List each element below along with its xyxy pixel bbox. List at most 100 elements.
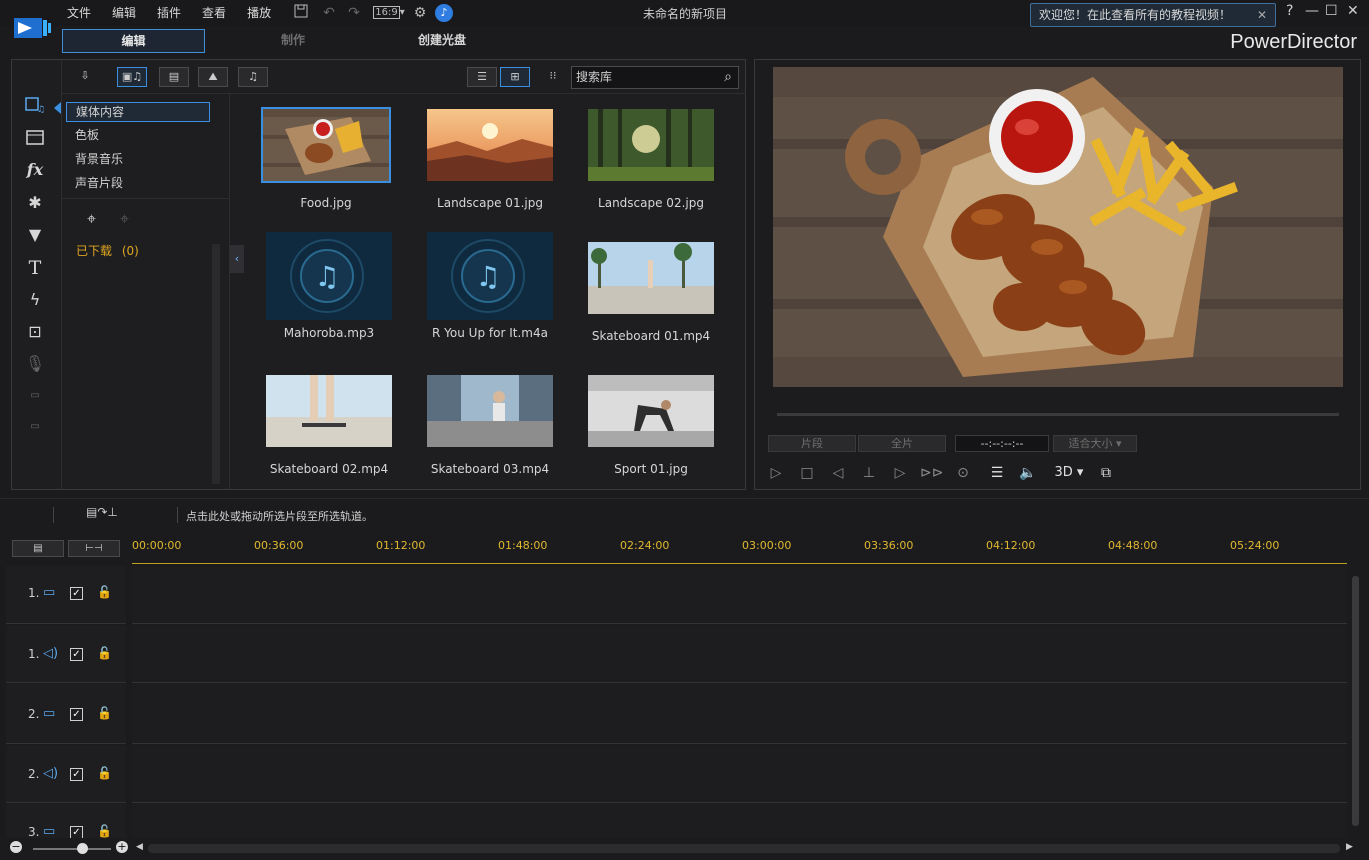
unlock-icon[interactable]: 🔓 — [97, 766, 112, 780]
timeline-hint[interactable]: 点击此处或拖动所选片段至所选轨道。 — [186, 508, 373, 524]
3d-mode-select[interactable]: 3D ▾ — [1049, 462, 1089, 484]
subtitle-room-icon[interactable]: ⊡ — [24, 321, 46, 343]
media-thumbnail[interactable]: ♫ — [266, 232, 392, 320]
filter-audio-button[interactable]: ♫ — [238, 67, 268, 87]
window-close-icon[interactable]: ✕ — [1347, 3, 1359, 19]
track-lane-audio-2[interactable] — [132, 745, 1347, 803]
fit-size-select[interactable]: 适合大小 ▾ — [1053, 435, 1137, 452]
gear-icon[interactable]: ⚙ — [411, 4, 429, 22]
tab-produce[interactable]: 制作 — [258, 29, 328, 53]
zoom-slider-handle[interactable] — [77, 843, 88, 854]
media-item[interactable]: Skateboard 02.mp4 — [266, 375, 392, 476]
microphone-icon[interactable]: 🎙 — [24, 353, 46, 375]
play-icon[interactable]: ▷ — [765, 462, 787, 484]
scroll-right-icon[interactable]: ▶ — [1346, 842, 1353, 852]
track-enable-checkbox[interactable]: ✓ — [70, 587, 83, 600]
undock-preview-icon[interactable]: ⧉ — [1095, 462, 1117, 484]
media-thumbnail[interactable] — [588, 109, 714, 181]
tab-create-disc[interactable]: 创建光盘 — [400, 29, 484, 53]
category-media-content[interactable]: 媒体内容 — [66, 102, 210, 122]
previous-frame-icon[interactable]: ◁ — [827, 462, 849, 484]
filter-image-button[interactable]: ⛰ — [198, 67, 228, 87]
media-thumbnail[interactable] — [427, 109, 553, 181]
media-room-icon[interactable]: ♫ — [24, 96, 46, 118]
zoom-slider-track[interactable] — [33, 848, 111, 850]
remove-tag-icon[interactable]: ⌖ — [120, 209, 129, 229]
category-sound-clips[interactable]: 声音片段 — [66, 174, 210, 194]
media-thumbnail[interactable] — [588, 242, 714, 314]
timeline-horizontal-scrollbar[interactable] — [148, 844, 1340, 853]
track-lane-video-1[interactable] — [132, 566, 1347, 624]
category-scrollbar[interactable] — [212, 244, 220, 484]
subtitle-track-room-icon[interactable]: ▭ — [24, 416, 46, 438]
fast-forward-icon[interactable]: ⊳⊳ — [920, 462, 943, 484]
track-lane-audio-1[interactable] — [132, 625, 1347, 683]
add-tag-icon[interactable]: ⌖ — [87, 209, 96, 229]
movie-mode-button[interactable]: 全片 — [858, 435, 946, 452]
downloaded-tag[interactable]: 已下载 (0) — [76, 242, 139, 259]
track-lane-video-2[interactable] — [132, 684, 1347, 744]
stop-icon[interactable]: □ — [796, 462, 818, 484]
zoom-out-icon[interactable]: − — [10, 841, 22, 853]
category-background-music[interactable]: 背景音乐 — [66, 150, 210, 170]
search-icon[interactable]: ⌕ — [724, 67, 732, 88]
menu-playback[interactable]: 播放 — [247, 4, 271, 21]
track-lane-video-3[interactable] — [132, 804, 1347, 838]
zoom-in-icon[interactable]: + — [116, 841, 128, 853]
media-thumbnail[interactable] — [588, 375, 714, 447]
media-item[interactable]: Landscape 01.jpg — [427, 109, 553, 210]
timeline-ruler[interactable]: 00:00:00 00:36:00 01:12:00 01:48:00 02:2… — [132, 536, 1347, 564]
split-icon[interactable]: ⊥ — [858, 462, 880, 484]
preview-seek-bar[interactable] — [777, 413, 1339, 416]
subtitle-icon[interactable]: ☰ — [986, 462, 1008, 484]
media-thumbnail[interactable]: ♫ — [427, 232, 553, 320]
media-item[interactable]: Skateboard 01.mp4 — [588, 242, 714, 343]
template-room-icon[interactable] — [24, 128, 46, 150]
fit-timeline-button[interactable]: ⊢⊣ — [68, 540, 120, 557]
thumbnail-view-button[interactable]: ⊞ — [500, 67, 530, 87]
track-enable-checkbox[interactable]: ✓ — [70, 768, 83, 781]
media-item[interactable]: Skateboard 03.mp4 — [427, 375, 553, 476]
timeline-mode-icon[interactable]: ▤↷⊥ — [86, 505, 118, 519]
undo-icon[interactable]: ↶ — [320, 4, 338, 22]
maximize-icon[interactable]: ☐ — [1325, 3, 1338, 19]
unlock-icon[interactable]: 🔓 — [97, 585, 112, 599]
scroll-left-icon[interactable]: ◀ — [136, 842, 143, 852]
timecode-display[interactable]: --:--:--:-- — [955, 435, 1049, 452]
tab-edit[interactable]: 编辑 — [62, 29, 205, 53]
media-item[interactable]: ♫ Mahoroba.mp3 — [266, 232, 392, 340]
media-item[interactable]: Sport 01.jpg — [588, 375, 714, 476]
aspect-ratio-select[interactable]: 16:9 ▾ — [372, 4, 406, 22]
collapse-panel-button[interactable]: ‹ — [230, 245, 244, 273]
track-enable-checkbox[interactable]: ✓ — [70, 708, 83, 721]
media-item[interactable]: Landscape 02.jpg — [588, 109, 714, 210]
unlock-icon[interactable]: 🔓 — [97, 646, 112, 660]
redo-icon[interactable]: ↷ — [345, 4, 363, 22]
pip-room-icon[interactable]: ✱ — [24, 192, 46, 214]
grid-size-icon[interactable]: ⁝⁝ — [538, 67, 568, 87]
title-room-icon[interactable]: T — [24, 257, 46, 279]
menu-edit[interactable]: 编辑 — [112, 4, 136, 21]
track-manager-button[interactable]: ▤ — [12, 540, 64, 557]
category-color-board[interactable]: 色板 — [66, 126, 210, 146]
menu-file[interactable]: 文件 — [67, 4, 91, 21]
minimize-icon[interactable]: — — [1305, 3, 1319, 19]
timeline-vertical-scrollbar[interactable] — [1352, 576, 1359, 826]
unlock-icon[interactable]: 🔓 — [97, 824, 112, 838]
unlock-icon[interactable]: 🔓 — [97, 706, 112, 720]
save-icon[interactable] — [292, 4, 310, 22]
menu-plugins[interactable]: 插件 — [157, 4, 181, 21]
snapshot-camera-icon[interactable]: ⊙ — [952, 462, 974, 484]
media-thumbnail[interactable] — [427, 375, 553, 447]
particle-room-icon[interactable]: ▼ — [24, 224, 46, 246]
filter-video-button[interactable]: ▤ — [159, 67, 189, 87]
import-media-icon[interactable]: ⇩ — [70, 67, 100, 87]
welcome-tutorial-banner[interactable]: 欢迎您！在此查看所有的教程视频！ ✕ — [1030, 3, 1276, 27]
chapter-room-icon[interactable]: ▭ — [24, 385, 46, 407]
next-frame-icon[interactable]: ▷ — [889, 462, 911, 484]
list-view-button[interactable]: ☰ — [467, 67, 497, 87]
media-item[interactable]: ♫ R You Up for It.m4a — [427, 232, 553, 340]
transition-room-icon[interactable]: ϟ — [24, 289, 46, 311]
media-thumbnail[interactable] — [261, 107, 391, 183]
search-input[interactable]: 搜索库 ⌕ — [571, 66, 739, 89]
